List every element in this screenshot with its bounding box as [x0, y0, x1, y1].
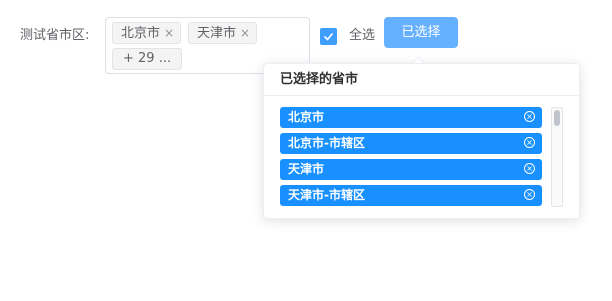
list-item: 北京市-市辖区 × — [280, 133, 542, 154]
list-item: 天津市 × — [280, 159, 542, 180]
close-circle-icon[interactable]: × — [524, 111, 535, 122]
select-all-checkbox[interactable] — [320, 28, 337, 45]
item-label: 天津市 — [288, 162, 325, 176]
selected-tag: 天津市 × — [188, 22, 258, 44]
popover-arrow-fill — [413, 58, 423, 63]
list-item: 天津市-市辖区 × — [280, 185, 542, 206]
tag-label: 北京市 — [121, 26, 161, 41]
select-all-label[interactable]: 全选 — [349, 28, 375, 44]
selected-button[interactable]: 已选择 — [384, 17, 458, 48]
more-tags-badge: + 29 ... — [112, 48, 183, 70]
item-label: 北京市 — [288, 110, 325, 124]
form-label: 测试省市区: — [20, 28, 90, 43]
close-icon[interactable]: × — [240, 23, 250, 43]
close-circle-icon[interactable]: × — [524, 189, 535, 200]
check-icon — [323, 32, 334, 41]
close-circle-icon[interactable]: × — [524, 163, 535, 174]
divider — [264, 95, 579, 96]
popover-title: 已选择的省市 — [280, 72, 359, 87]
scrollbar[interactable] — [551, 107, 563, 207]
item-label: 天津市-市辖区 — [288, 188, 365, 202]
scrollbar-thumb[interactable] — [554, 110, 560, 126]
close-circle-icon[interactable]: × — [524, 137, 535, 148]
item-label: 北京市-市辖区 — [288, 136, 365, 150]
close-icon[interactable]: × — [164, 23, 174, 43]
selected-tag: 北京市 × — [112, 22, 182, 44]
list-item: 北京市 × — [280, 107, 542, 128]
selected-popover: 已选择的省市 北京市 × 北京市-市辖区 × 天津市 × 天津市-市辖区 × — [263, 63, 580, 219]
tag-label: 天津市 — [197, 26, 237, 41]
selected-list: 北京市 × 北京市-市辖区 × 天津市 × 天津市-市辖区 × — [280, 107, 542, 211]
